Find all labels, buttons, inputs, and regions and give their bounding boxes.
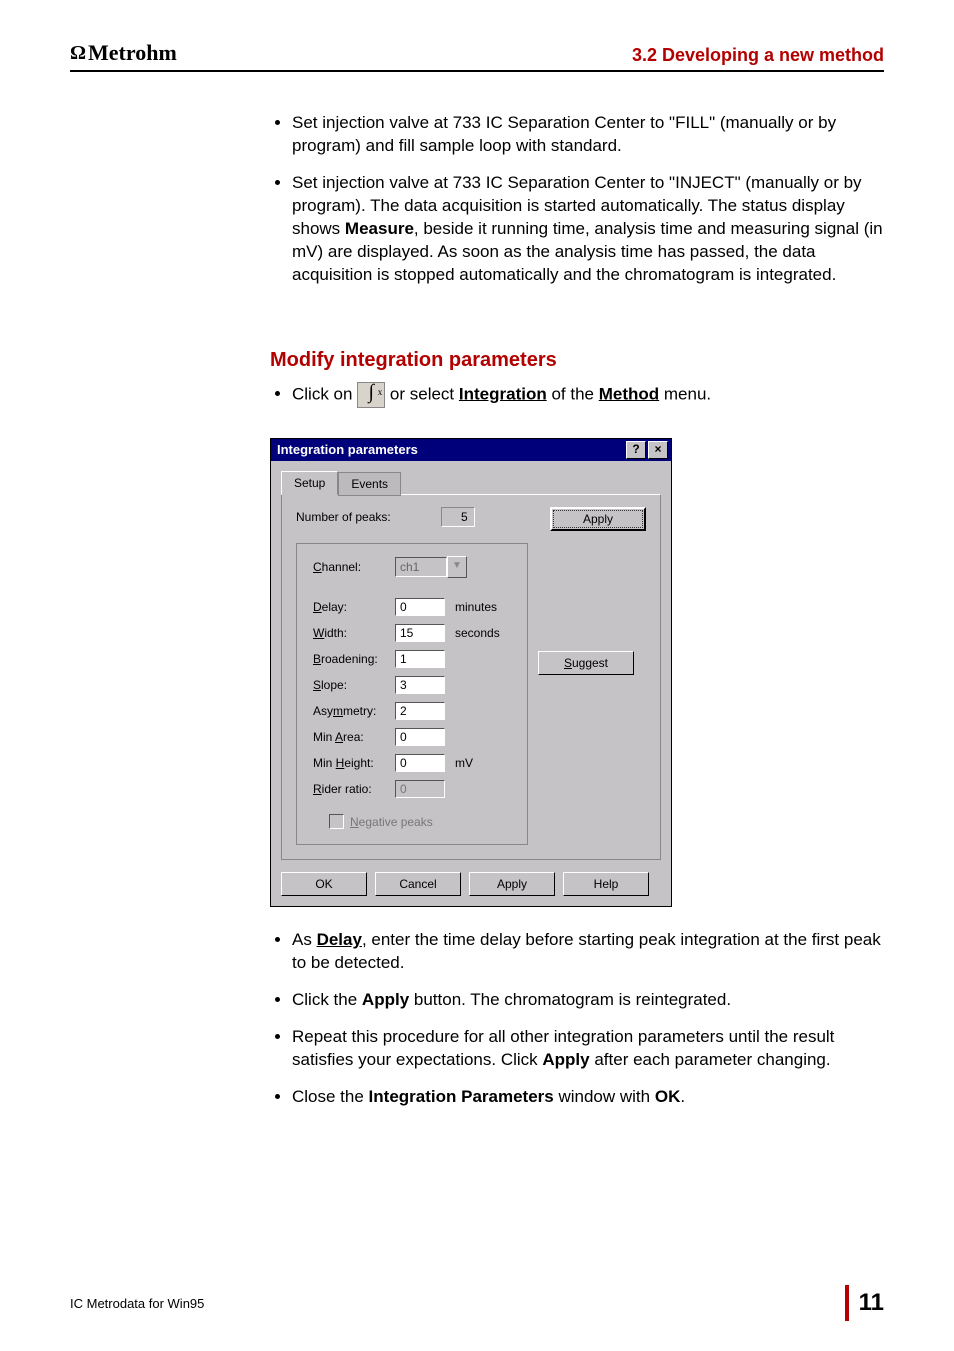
text: button. The chromatogram is reintegrated… [409, 990, 731, 1009]
section-title: 3.2 Developing a new method [632, 45, 884, 66]
page-number: 11 [845, 1285, 884, 1321]
dialog-title: Integration parameters [277, 441, 418, 459]
asymmetry-label: Asymmetry: [313, 703, 395, 719]
help-button[interactable]: Help [563, 872, 649, 896]
parameters-group: Channel: ch1 ▼ Delay: minutes [296, 543, 528, 845]
list-item: Set injection valve at 733 IC Separation… [292, 112, 884, 158]
help-titlebar-button[interactable]: ? [626, 441, 646, 459]
text: , enter the time delay before starting p… [292, 930, 881, 972]
broadening-input[interactable] [395, 650, 445, 668]
minarea-input[interactable] [395, 728, 445, 746]
delay-ref: Delay [317, 930, 362, 949]
text: Click the [292, 990, 362, 1009]
close-titlebar-button[interactable]: × [648, 441, 668, 459]
dialog-tabs: Setup Events [281, 471, 661, 495]
section-heading: Modify integration parameters [270, 347, 884, 374]
measure-label: Measure [345, 219, 414, 238]
text: . [680, 1087, 685, 1106]
omega-icon: Ω [70, 42, 86, 65]
suggest-button[interactable]: Suggest [538, 651, 634, 675]
minarea-label: Min Area: [313, 729, 395, 745]
window-ref: Integration Parameters [369, 1087, 554, 1106]
number-of-peaks-value: 5 [441, 507, 475, 527]
text: Close the [292, 1087, 369, 1106]
minheight-label: Min Height: [313, 755, 395, 771]
list-item: Repeat this procedure for all other inte… [292, 1026, 884, 1072]
channel-dropdown[interactable]: ch1 ▼ [395, 556, 467, 578]
apply-inner-button[interactable]: Apply [550, 507, 646, 531]
integration-toolbar-icon: x [357, 382, 385, 408]
riderratio-input [395, 780, 445, 798]
footer-left: IC Metrodata for Win95 [70, 1296, 204, 1311]
list-item: As Delay, enter the time delay before st… [292, 929, 884, 975]
channel-label: Channel: [313, 559, 395, 575]
ok-button[interactable]: OK [281, 872, 367, 896]
cancel-button[interactable]: Cancel [375, 872, 461, 896]
number-of-peaks-label: Number of peaks: [296, 509, 391, 525]
delay-input[interactable] [395, 598, 445, 616]
integration-parameters-dialog: Integration parameters ? × Setup Events … [270, 438, 672, 907]
chevron-down-icon[interactable]: ▼ [447, 556, 467, 578]
ok-ref: OK [655, 1087, 681, 1106]
text: As [292, 930, 317, 949]
method-menu-ref: Method [599, 384, 659, 403]
riderratio-label: Rider ratio: [313, 781, 395, 797]
list-item: Close the Integration Parameters window … [292, 1086, 884, 1109]
tab-events[interactable]: Events [338, 472, 401, 496]
delay-unit: minutes [455, 599, 497, 615]
instruction-list: Click on x or select Integration of the … [270, 382, 884, 408]
list-item: Click the Apply button. The chromatogram… [292, 989, 884, 1012]
slope-input[interactable] [395, 676, 445, 694]
text: after each parameter changing. [590, 1050, 831, 1069]
brand-name: Metrohm [88, 40, 177, 66]
asymmetry-input[interactable] [395, 702, 445, 720]
page-footer: IC Metrodata for Win95 11 [70, 1285, 884, 1321]
apply-ref: Apply [542, 1050, 589, 1069]
width-label: Width: [313, 625, 395, 641]
dialog-titlebar: Integration parameters ? × [271, 439, 671, 461]
width-unit: seconds [455, 625, 500, 641]
width-input[interactable] [395, 624, 445, 642]
negative-peaks-label: Negative peaks [350, 814, 433, 830]
text: window with [554, 1087, 655, 1106]
post-bullets: As Delay, enter the time delay before st… [270, 929, 884, 1109]
broadening-label: Broadening: [313, 651, 395, 667]
text: of the [547, 384, 599, 403]
minheight-unit: mV [455, 755, 473, 771]
text: Click on [292, 384, 357, 403]
channel-value: ch1 [395, 557, 447, 577]
tab-setup[interactable]: Setup [281, 471, 338, 495]
brand-logo: ΩMetrohm [70, 40, 177, 66]
intro-bullets: Set injection valve at 733 IC Separation… [270, 112, 884, 287]
list-item: Set injection valve at 733 IC Separation… [292, 172, 884, 287]
apply-button[interactable]: Apply [469, 872, 555, 896]
minheight-input[interactable] [395, 754, 445, 772]
slope-label: Slope: [313, 677, 395, 693]
negative-peaks-checkbox[interactable] [329, 814, 344, 829]
integration-menu-ref: Integration [459, 384, 547, 403]
apply-ref: Apply [362, 990, 409, 1009]
text: or select [385, 384, 459, 403]
page-header: ΩMetrohm 3.2 Developing a new method [70, 40, 884, 72]
list-item: Click on x or select Integration of the … [292, 382, 884, 408]
delay-label: Delay: [313, 599, 395, 615]
text: menu. [659, 384, 711, 403]
